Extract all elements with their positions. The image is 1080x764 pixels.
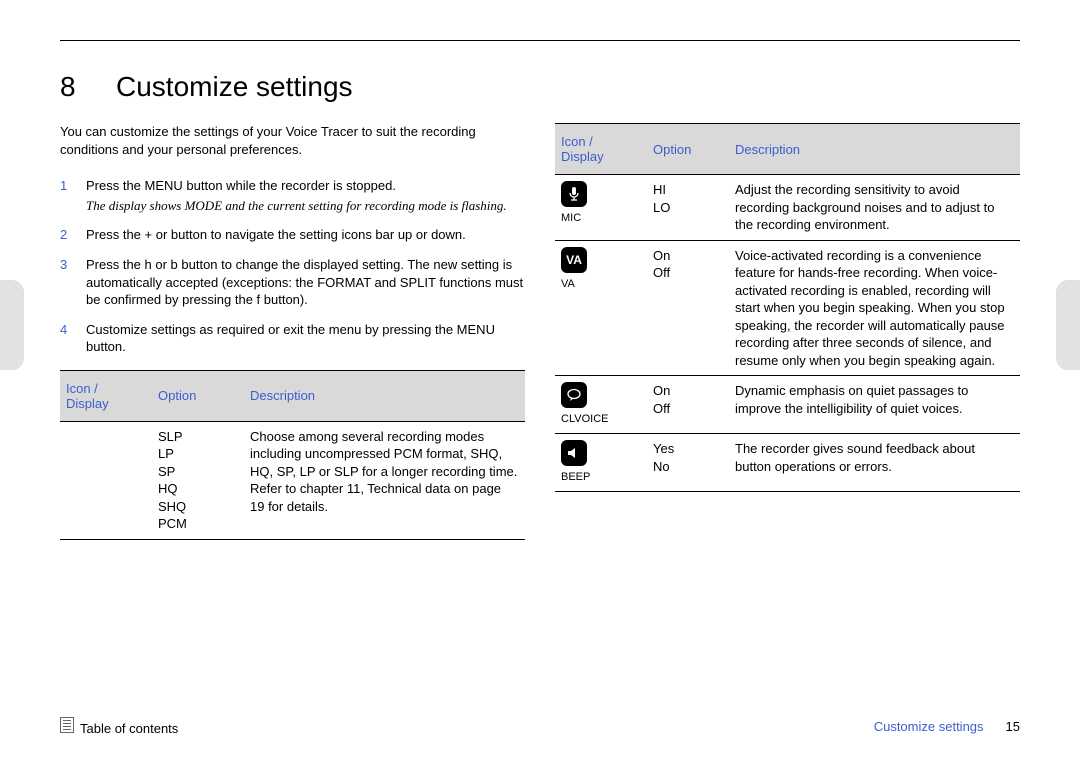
table-row: BEEP BEEP Yes No The recorder gives soun… xyxy=(555,434,1020,492)
svg-text:BEEP: BEEP xyxy=(581,451,582,459)
chapter-heading: 8 Customize settings xyxy=(60,71,1020,103)
th-option: Option xyxy=(152,370,244,421)
beep-icon: BEEP xyxy=(561,440,587,466)
mic-icon xyxy=(561,181,587,207)
cell-description: Choose among several recording modes inc… xyxy=(244,421,525,539)
cell-description: Adjust the recording sensitivity to avoi… xyxy=(729,175,1020,241)
va-icon: VA xyxy=(561,247,587,273)
step-text: Press the + or button to navigate the se… xyxy=(86,226,525,244)
cell-icon-label: BEEP xyxy=(561,470,641,485)
options-table-right: Icon / Display Option Description MIC HI… xyxy=(555,123,1020,492)
chapter-title: Customize settings xyxy=(116,71,353,103)
chapter-number: 8 xyxy=(60,71,116,103)
th-icon: Icon / Display xyxy=(555,124,647,175)
intro-text: You can customize the settings of your V… xyxy=(60,123,525,159)
cell-option: Yes No xyxy=(647,434,729,492)
cell-option: SLP LP SP HQ SHQ PCM xyxy=(152,421,244,539)
toc-label: Table of contents xyxy=(80,721,178,736)
step-text: Customize settings as required or exit t… xyxy=(86,321,525,356)
step-2: 2 Press the + or button to navigate the … xyxy=(60,226,525,244)
step-text: Press the h or b button to change the di… xyxy=(86,256,525,309)
th-icon: Icon / Display xyxy=(60,370,152,421)
toc-link[interactable]: Table of contents xyxy=(60,717,178,736)
clvoice-icon xyxy=(561,382,587,408)
step-3: 3 Press the h or b button to change the … xyxy=(60,256,525,309)
cell-option: On Off xyxy=(647,376,729,434)
table-row: MIC HI LO Adjust the recording sensitivi… xyxy=(555,175,1020,241)
table-row: CLVOICE On Off Dynamic emphasis on quiet… xyxy=(555,376,1020,434)
prev-page-tab[interactable] xyxy=(0,280,24,370)
cell-description: Dynamic emphasis on quiet passages to im… xyxy=(729,376,1020,434)
step-number: 2 xyxy=(60,226,86,244)
step-4: 4 Customize settings as required or exit… xyxy=(60,321,525,356)
table-row: SLP LP SP HQ SHQ PCM Choose among severa… xyxy=(60,421,525,539)
cell-icon-label: VA xyxy=(561,277,641,292)
cell-icon-label: CLVOICE xyxy=(561,412,641,427)
section-link[interactable]: Customize settings xyxy=(874,719,984,734)
cell-description: Voice-activated recording is a convenien… xyxy=(729,240,1020,376)
th-description: Description xyxy=(729,124,1020,175)
step-number: 4 xyxy=(60,321,86,356)
cell-option: HI LO xyxy=(647,175,729,241)
step-number: 3 xyxy=(60,256,86,309)
cell-description: The recorder gives sound feedback about … xyxy=(729,434,1020,492)
step-text: Press the MENU button while the recorder… xyxy=(86,178,396,193)
step-subtext: The display shows MODE and the current s… xyxy=(86,197,525,215)
step-1: 1 Press the MENU button while the record… xyxy=(60,177,525,214)
top-rule xyxy=(60,40,1020,41)
table-row: VA VA On Off Voice-activated recording i… xyxy=(555,240,1020,376)
options-table-left: Icon / Display Option Description SLP LP… xyxy=(60,370,525,540)
cell-option: On Off xyxy=(647,240,729,376)
th-option: Option xyxy=(647,124,729,175)
step-number: 1 xyxy=(60,177,86,214)
next-page-tab[interactable] xyxy=(1056,280,1080,370)
page-number: 15 xyxy=(1006,719,1020,734)
cell-icon-label: MIC xyxy=(561,211,641,226)
th-description: Description xyxy=(244,370,525,421)
toc-icon xyxy=(60,717,74,733)
